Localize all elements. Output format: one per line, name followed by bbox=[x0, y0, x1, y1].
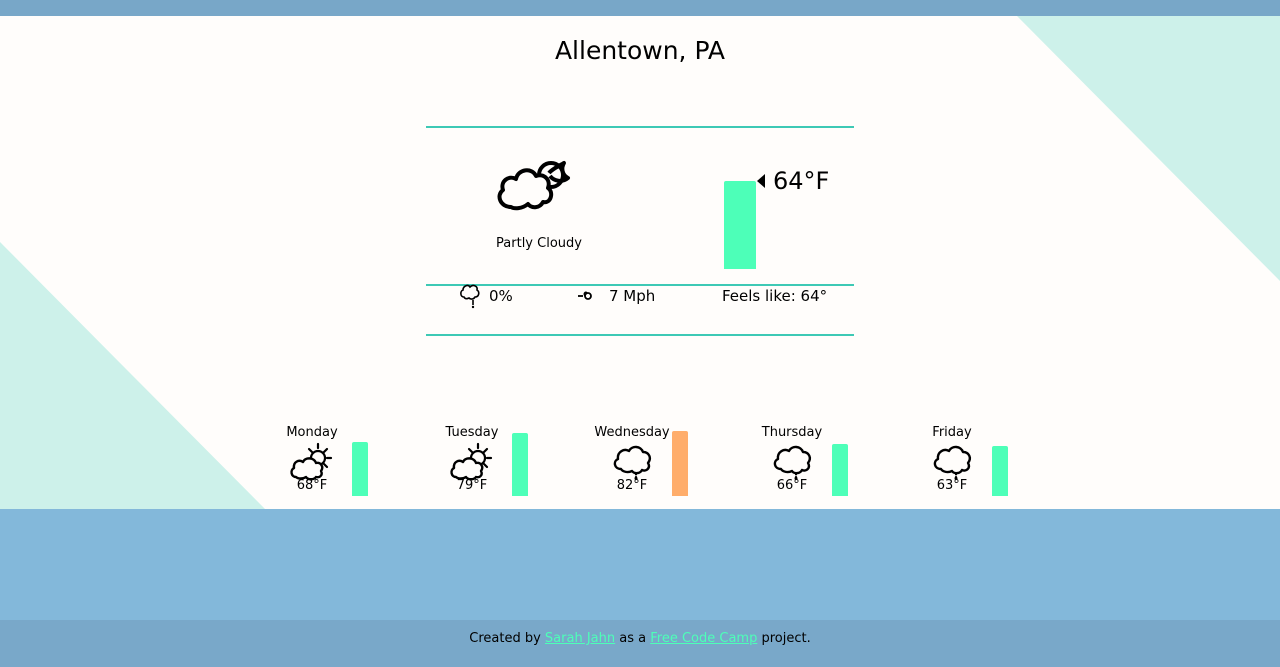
rain-cloud-icon bbox=[933, 445, 971, 480]
forecast-temp-bar bbox=[672, 431, 688, 496]
forecast-temp-bar bbox=[512, 433, 528, 496]
divider-top bbox=[426, 126, 854, 128]
current-temp: 64°F bbox=[773, 167, 830, 195]
footer-prefix: Created by bbox=[469, 631, 541, 646]
forecast-temp: 66°F bbox=[776, 478, 808, 493]
forecast-day: Tuesday 79°F bbox=[422, 425, 522, 494]
wind-stat: 7 Mph bbox=[577, 286, 655, 306]
partly-sunny-icon bbox=[450, 442, 493, 481]
precipitation-stat: 0% bbox=[459, 284, 513, 309]
forecast-day: Thursday 66°F bbox=[742, 425, 842, 494]
rain-cloud-icon bbox=[773, 445, 811, 480]
current-temp-indicator: 64°F bbox=[757, 166, 829, 196]
forecast-day-name: Monday bbox=[286, 425, 338, 440]
forecast-day: Wednesday 82°F bbox=[582, 425, 682, 494]
forecast-day: Monday 68°F bbox=[262, 425, 362, 494]
raindrop-cloud-icon bbox=[460, 284, 480, 309]
wind-icon bbox=[578, 291, 592, 300]
forecast-temp: 79°F bbox=[456, 478, 488, 493]
forecast-day-name: Friday bbox=[932, 425, 972, 440]
forecast-day-name: Thursday bbox=[761, 425, 823, 440]
forecast-temp: 68°F bbox=[296, 478, 328, 493]
forecast-day: Friday 63°F bbox=[902, 425, 1002, 494]
partly-sunny-icon bbox=[290, 442, 333, 481]
divider-bottom bbox=[426, 334, 854, 336]
footer-middle: as a bbox=[619, 631, 647, 646]
precipitation-value: 0% bbox=[489, 287, 513, 305]
partly-cloudy-night-icon bbox=[497, 161, 570, 211]
rain-cloud-icon bbox=[613, 445, 651, 480]
top-strip bbox=[0, 0, 1280, 16]
caret-left-icon bbox=[757, 174, 765, 188]
forecast-day-name: Wednesday bbox=[594, 425, 670, 440]
feels-like-stat: Feels like: 64° bbox=[722, 286, 827, 306]
free-code-camp-link[interactable]: Free Code Camp bbox=[650, 631, 757, 646]
footer-suffix: project. bbox=[761, 631, 811, 646]
current-condition-label: Partly Cloudy bbox=[496, 236, 582, 251]
author-link[interactable]: Sarah Jahn bbox=[545, 631, 615, 646]
city-title: Allentown, PA bbox=[554, 36, 726, 65]
decorative-triangle-bottom-left bbox=[0, 242, 265, 509]
forecast-temp: 63°F bbox=[936, 478, 968, 493]
forecast-day-name: Tuesday bbox=[445, 425, 499, 440]
wind-value: 7 Mph bbox=[609, 287, 656, 305]
forecast-temp-bar bbox=[992, 446, 1008, 496]
forecast-temp: 82°F bbox=[616, 478, 648, 493]
forecast-temp-bar bbox=[832, 444, 848, 496]
current-temp-bar bbox=[724, 181, 756, 269]
forecast-temp-bar bbox=[352, 442, 368, 496]
footer-credit: Created by Sarah Jahn as a Free Code Cam… bbox=[0, 631, 1280, 646]
feels-like-value: Feels like: 64° bbox=[722, 287, 828, 305]
